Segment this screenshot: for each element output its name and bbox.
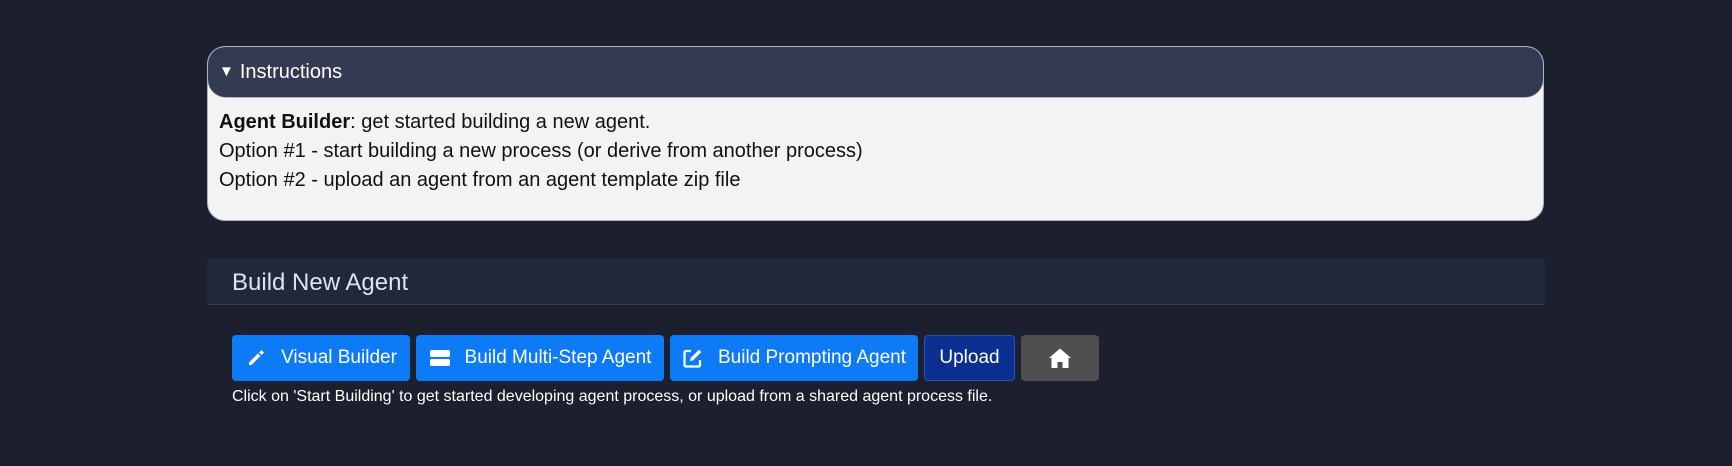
option-2-text: Option #2 - upload an agent from an agen… <box>219 169 741 191</box>
button-row: Visual Builder Build Multi-Step Agent Bu… <box>232 335 1105 381</box>
prompting-label: Build Prompting Agent <box>717 347 906 368</box>
build-multi-step-agent-button[interactable]: Build Multi-Step Agent <box>416 335 664 381</box>
upload-label: Upload <box>939 347 1000 368</box>
multi-step-label: Build Multi-Step Agent <box>464 347 652 368</box>
edit-square-icon <box>682 347 704 369</box>
server-icon <box>429 347 451 369</box>
instructions-lead: Agent Builder: get started building a ne… <box>219 108 1532 137</box>
build-new-agent-header: Build New Agent <box>207 259 1545 305</box>
visual-builder-label: Visual Builder <box>281 347 397 368</box>
section-title: Build New Agent <box>232 269 409 296</box>
instructions-label: Instructions <box>239 60 343 83</box>
home-button[interactable] <box>1021 335 1099 381</box>
expand-triangle-icon: ▼ <box>219 62 234 80</box>
home-icon <box>1048 347 1072 369</box>
instructions-toggle[interactable]: ▼ Instructions <box>208 47 1543 98</box>
build-prompting-agent-button[interactable]: Build Prompting Agent <box>670 335 918 381</box>
lead-rest-text: : get started building a new agent. <box>350 111 651 133</box>
upload-button[interactable]: Upload <box>924 335 1015 381</box>
pencil-icon <box>245 347 267 369</box>
agent-builder-bold: Agent Builder <box>219 111 351 133</box>
instructions-panel: ▼ Instructions Agent Builder: get starte… <box>207 46 1544 221</box>
hint-text: Click on 'Start Building' to get started… <box>232 388 993 405</box>
instructions-body: Agent Builder: get started building a ne… <box>208 98 1543 195</box>
visual-builder-button[interactable]: Visual Builder <box>232 335 410 381</box>
option-1-text: Option #1 - start building a new process… <box>219 140 863 162</box>
